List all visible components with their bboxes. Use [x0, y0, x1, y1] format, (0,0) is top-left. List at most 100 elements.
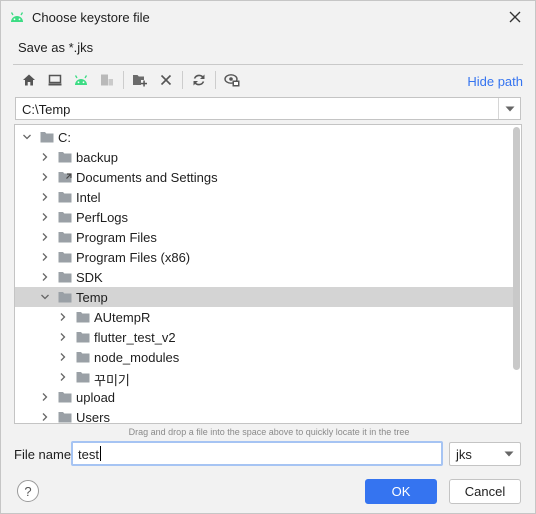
help-button[interactable]: ? [17, 480, 39, 502]
toolbar-separator [215, 71, 216, 89]
toolbar [15, 67, 525, 93]
file-name-input[interactable]: test [71, 441, 443, 466]
tree-item-label: PerfLogs [76, 210, 129, 225]
window-title: Choose keystore file [32, 10, 150, 25]
tree-item[interactable]: Temp [15, 287, 513, 307]
folder-icon [76, 372, 90, 383]
folder-icon [58, 412, 72, 423]
tree-item[interactable]: backup [15, 147, 513, 167]
extension-select[interactable]: jks [449, 442, 521, 466]
tree-item[interactable]: Program Files [15, 227, 513, 247]
tree-item[interactable]: PerfLogs [15, 207, 513, 227]
show-hidden-icon [224, 74, 240, 87]
dialog-description: Save as *.jks [18, 40, 94, 55]
chevron-down-icon [505, 106, 514, 111]
hide-path-link[interactable]: Hide path [467, 74, 523, 89]
android-project-icon [74, 75, 88, 85]
chevron-down-icon [504, 451, 514, 457]
folder-icon [58, 392, 72, 403]
chevron-down-icon[interactable] [22, 132, 32, 142]
tree-item-label: Program Files (x86) [76, 250, 191, 265]
home-button[interactable] [18, 69, 40, 91]
close-icon [509, 11, 521, 23]
tree-root[interactable]: C: [15, 127, 513, 147]
tree-item-label: Temp [76, 290, 108, 305]
chevron-down-icon[interactable] [40, 292, 50, 302]
android-project-button[interactable] [70, 69, 92, 91]
folder-link-icon [58, 172, 72, 183]
chevron-right-icon[interactable] [40, 232, 50, 242]
tree-item-label: Users [76, 410, 110, 424]
chevron-right-icon[interactable] [58, 372, 68, 382]
file-name-label: File name: [14, 447, 75, 462]
close-button[interactable] [505, 7, 525, 27]
tree-item-label: Intel [76, 190, 101, 205]
title-bar: Choose keystore file [1, 1, 535, 33]
android-icon [10, 12, 24, 22]
path-field[interactable]: C:\Temp [22, 102, 70, 117]
cancel-button[interactable]: Cancel [449, 479, 521, 504]
tree-item[interactable]: Users [15, 407, 513, 424]
folder-icon [58, 252, 72, 263]
tree-item[interactable]: upload [15, 387, 513, 407]
tree-item[interactable]: flutter_test_v2 [15, 327, 513, 347]
drive-icon [40, 132, 54, 143]
new-folder-button[interactable] [129, 69, 151, 91]
tree-item-label: upload [76, 390, 116, 405]
folder-icon [58, 192, 72, 203]
file-name-value[interactable]: test [78, 447, 99, 462]
text-caret [100, 446, 101, 461]
tree-item-label: AUtempR [94, 310, 151, 325]
home-icon [23, 74, 35, 86]
chevron-right-icon[interactable] [40, 192, 50, 202]
tree-item[interactable]: node_modules [15, 347, 513, 367]
toolbar-separator [182, 71, 183, 89]
tree-scrollbar[interactable] [513, 127, 520, 370]
header-divider [13, 64, 523, 65]
new-folder-icon [133, 75, 147, 87]
tree-item[interactable]: AUtempR [15, 307, 513, 327]
folder-icon [76, 332, 90, 343]
extension-value: jks [456, 447, 472, 462]
tree-item[interactable]: Program Files (x86) [15, 247, 513, 267]
tree-item-label: backup [76, 150, 118, 165]
help-icon: ? [24, 483, 32, 499]
desktop-icon [48, 74, 62, 86]
refresh-icon [193, 74, 205, 86]
chevron-right-icon[interactable] [40, 252, 50, 262]
tree-item-label: flutter_test_v2 [94, 330, 176, 345]
chevron-right-icon[interactable] [58, 352, 68, 362]
tree-item-label: SDK [76, 270, 103, 285]
delete-button[interactable] [155, 69, 177, 91]
folder-icon [58, 292, 72, 303]
tree-root-label: C: [58, 130, 71, 145]
chevron-right-icon[interactable] [40, 272, 50, 282]
chevron-right-icon[interactable] [40, 392, 50, 402]
chevron-right-icon[interactable] [40, 412, 50, 422]
delete-icon [160, 74, 172, 86]
path-combobox[interactable]: C:\Temp [15, 97, 521, 120]
folder-icon [76, 352, 90, 363]
ok-button[interactable]: OK [365, 479, 437, 504]
chevron-right-icon[interactable] [40, 172, 50, 182]
show-hidden-button[interactable] [221, 69, 243, 91]
refresh-button[interactable] [188, 69, 210, 91]
folder-icon [58, 212, 72, 223]
folder-icon [58, 232, 72, 243]
tree-item[interactable]: SDK [15, 267, 513, 287]
file-tree[interactable]: C: backup Documents and Settings Intel Perf… [14, 124, 522, 424]
drag-drop-hint: Drag and drop a file into the space abov… [128, 427, 410, 437]
tree-item[interactable]: 꾸미기 [15, 367, 513, 388]
module-button[interactable] [96, 69, 118, 91]
chevron-right-icon[interactable] [58, 312, 68, 322]
tree-item-label: node_modules [94, 350, 180, 365]
tree-item-label: Documents and Settings [76, 170, 218, 185]
chevron-right-icon[interactable] [40, 212, 50, 222]
chevron-right-icon[interactable] [40, 152, 50, 162]
tree-item[interactable]: Documents and Settings [15, 167, 513, 187]
path-history-dropdown[interactable] [498, 98, 520, 119]
chevron-right-icon[interactable] [58, 332, 68, 342]
desktop-button[interactable] [44, 69, 66, 91]
tree-item[interactable]: Intel [15, 187, 513, 207]
toolbar-separator [123, 71, 124, 89]
